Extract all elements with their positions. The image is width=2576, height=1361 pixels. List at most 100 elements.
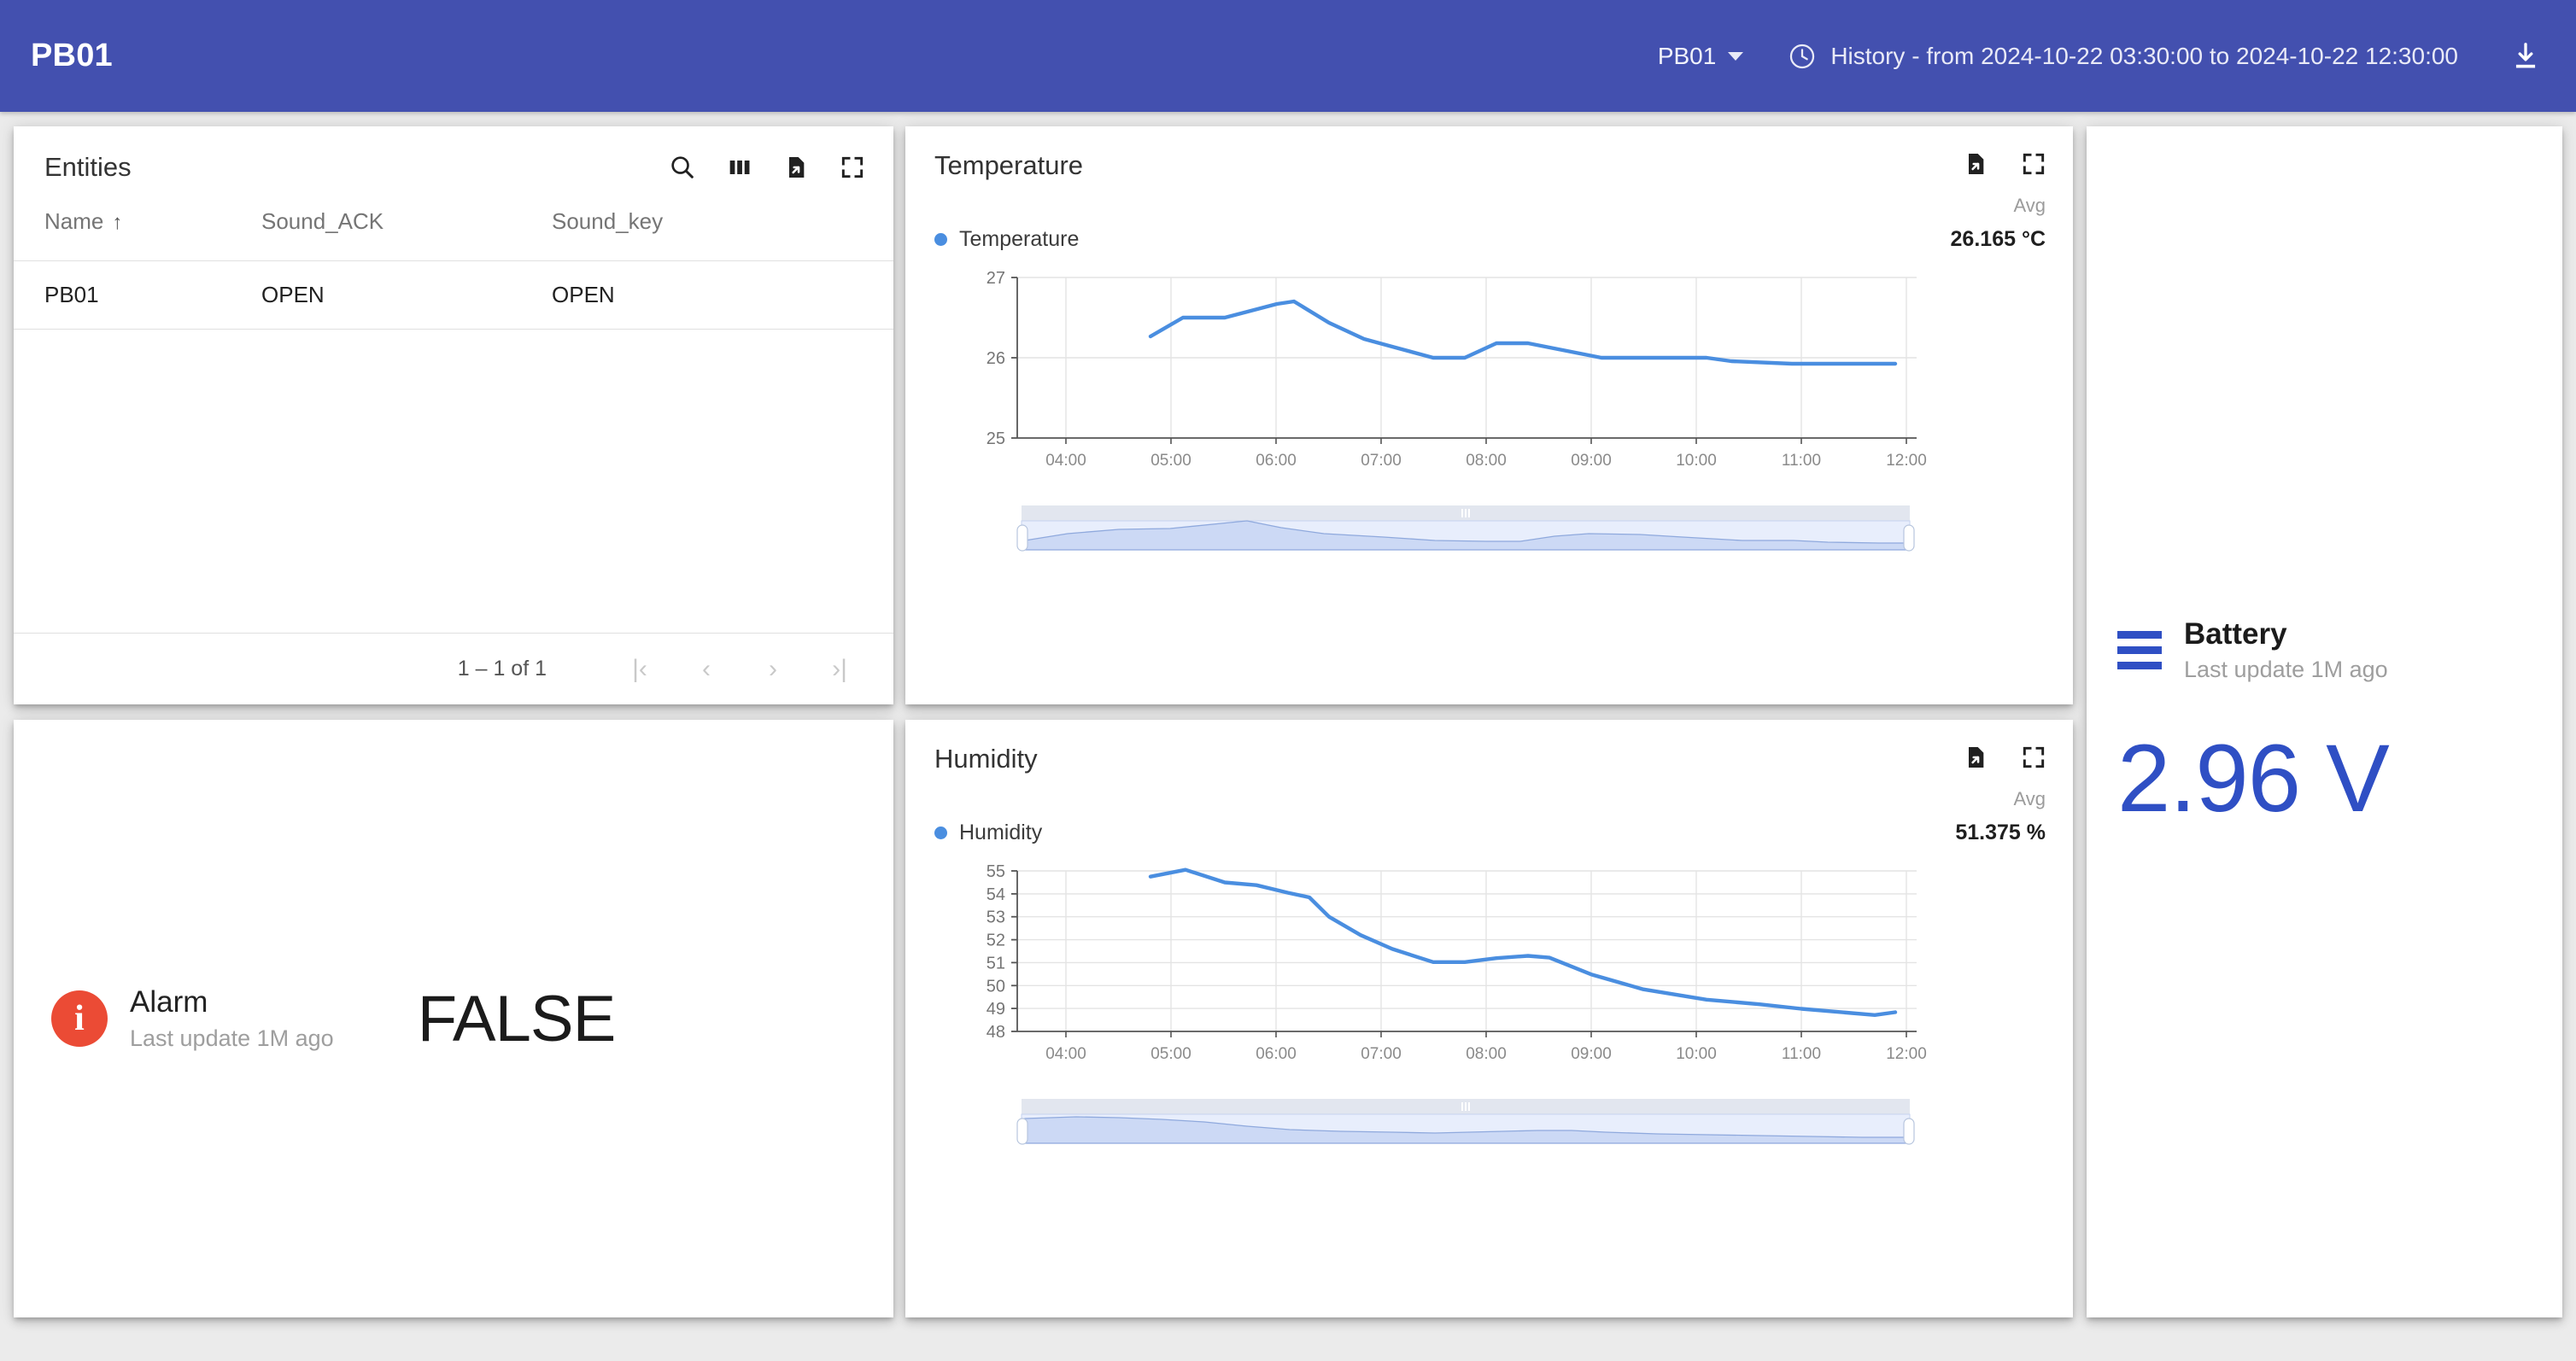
paginator: 1 – 1 of 1 |‹ ‹ › ›|: [14, 633, 893, 704]
alarm-card-text: Alarm Last update 1M ago: [130, 985, 334, 1051]
legend-item-humidity[interactable]: Humidity 51.375 %: [934, 821, 2046, 845]
cell-name: PB01: [44, 282, 99, 307]
navigator-right-handle: [1903, 524, 1915, 552]
humidity-plot-svg: 55 54 53 52 51 50 49 48 04:00 05:00 06:0…: [986, 862, 1927, 1063]
battery-card-text: Battery Last update 1M ago: [2184, 617, 2388, 682]
svg-text:25: 25: [986, 429, 1005, 448]
battery-card-label-group: Battery Last update 1M ago: [2117, 617, 2562, 682]
navigator-right-handle: [1903, 1118, 1915, 1145]
entities-table: Name ↑ Sound_ACK Sound_key PB01 OPEN OPEN: [14, 208, 893, 330]
column-header-name[interactable]: Name ↑: [14, 208, 261, 261]
humidity-agg-label: Avg: [2013, 788, 2046, 809]
svg-text:04:00: 04:00: [1045, 1045, 1086, 1063]
humidity-navigator[interactable]: [905, 1096, 2073, 1157]
paginator-prev-button[interactable]: ‹: [683, 646, 729, 692]
download-icon: [2515, 42, 2536, 67]
svg-text:06:00: 06:00: [1256, 1045, 1297, 1063]
app-header: PB01 PB01 History - from 2024-10-22 03:3…: [0, 0, 2576, 112]
column-header-sound-ack[interactable]: Sound_ACK: [261, 208, 552, 261]
svg-text:09:00: 09:00: [1571, 452, 1612, 470]
svg-text:26: 26: [986, 349, 1005, 368]
svg-text:48: 48: [986, 1023, 1005, 1042]
temperature-navigator[interactable]: [905, 503, 2073, 564]
paginator-range-label: 1 – 1 of 1: [457, 657, 547, 680]
svg-text:12:00: 12:00: [1886, 1045, 1927, 1063]
temperature-legend: Avg Temperature 26.165 °C: [905, 195, 2073, 252]
humidity-card-toolbar: [1962, 744, 2047, 771]
temperature-card-toolbar: [1962, 150, 2047, 178]
download-dashboard-button[interactable]: [2509, 40, 2542, 73]
battery-card-title: Battery: [2184, 617, 2287, 651]
entities-card-header: Entities: [14, 126, 893, 208]
dashboard-canvas: Entities Name ↑ Sound_ACK Sound_key PB01…: [0, 112, 2576, 1361]
svg-text:51: 51: [986, 954, 1005, 973]
battery-card: Battery Last update 1M ago 2.96 V: [2087, 126, 2562, 1317]
svg-text:10:00: 10:00: [1676, 452, 1717, 470]
export-file-icon[interactable]: [1962, 744, 1989, 771]
battery-card-value: 2.96 V: [2117, 724, 2390, 832]
time-window-button[interactable]: History - from 2024-10-22 03:30:00 to 20…: [1788, 42, 2458, 71]
alarm-card: i Alarm Last update 1M ago FALSE: [14, 720, 893, 1317]
column-header-sound-key[interactable]: Sound_key: [552, 208, 893, 261]
svg-text:53: 53: [986, 908, 1005, 927]
entity-selector[interactable]: PB01: [1658, 43, 1744, 70]
svg-text:10:00: 10:00: [1676, 1045, 1717, 1063]
svg-text:49: 49: [986, 1000, 1005, 1019]
battery-card-subtitle: Last update 1M ago: [2184, 656, 2388, 682]
clock-icon: [1790, 44, 1815, 68]
fullscreen-icon[interactable]: [839, 154, 866, 181]
export-file-icon[interactable]: [782, 154, 810, 181]
entity-selector-label: PB01: [1657, 42, 1717, 69]
svg-text:11:00: 11:00: [1782, 1045, 1821, 1063]
search-icon[interactable]: [668, 153, 697, 182]
entities-card-title: Entities: [44, 152, 132, 182]
sort-asc-icon: ↑: [112, 211, 123, 234]
svg-text:07:00: 07:00: [1361, 1045, 1402, 1063]
fullscreen-icon[interactable]: [2020, 744, 2047, 771]
svg-text:05:00: 05:00: [1150, 1045, 1191, 1063]
legend-value: 51.375 %: [1955, 821, 2046, 844]
fullscreen-icon[interactable]: [2020, 150, 2047, 178]
temperature-navigator-svg: [1016, 505, 1915, 552]
info-icon: i: [51, 990, 108, 1047]
table-header-row: Name ↑ Sound_ACK Sound_key: [14, 208, 893, 261]
temperature-plot-svg: 27 26 25 04:00 05:00 06:00 07:00 08:00 0…: [986, 269, 1927, 470]
paginator-next-button[interactable]: ›: [750, 646, 796, 692]
paginator-last-button[interactable]: ›|: [817, 646, 863, 692]
svg-text:12:00: 12:00: [1886, 452, 1927, 470]
svg-text:05:00: 05:00: [1150, 452, 1191, 470]
page-title: PB01: [31, 38, 113, 73]
svg-text:27: 27: [986, 269, 1005, 288]
alarm-card-body: i Alarm Last update 1M ago FALSE: [14, 720, 893, 1317]
svg-text:55: 55: [986, 862, 1005, 881]
svg-text:52: 52: [986, 932, 1005, 950]
table-row[interactable]: PB01 OPEN OPEN: [14, 261, 893, 330]
chevron-down-icon: [1728, 51, 1744, 61]
cell-sound-key: OPEN: [552, 282, 615, 307]
entities-card-toolbar: [668, 153, 866, 182]
legend-label: Humidity: [959, 821, 1043, 844]
battery-card-body: Battery Last update 1M ago 2.96 V: [2087, 126, 2562, 1317]
battery-bars-icon: [2117, 631, 2162, 669]
humidity-legend: Avg Humidity 51.375 %: [905, 788, 2073, 845]
column-header-name-label: Name: [44, 208, 104, 234]
legend-label: Temperature: [959, 227, 1080, 251]
navigator-left-handle: [1016, 524, 1028, 552]
svg-text:08:00: 08:00: [1466, 1045, 1507, 1063]
paginator-first-button[interactable]: |‹: [617, 646, 663, 692]
temperature-plot[interactable]: 27 26 25 04:00 05:00 06:00 07:00 08:00 0…: [905, 264, 2073, 503]
export-file-icon[interactable]: [1962, 150, 1989, 178]
humidity-card-title: Humidity: [934, 744, 1038, 774]
legend-color-dot-icon: [934, 827, 947, 839]
svg-text:11:00: 11:00: [1782, 452, 1821, 470]
legend-value: 26.165 °C: [1950, 227, 2046, 251]
legend-color-dot-icon: [934, 233, 947, 246]
time-window-label: History - from 2024-10-22 03:30:00 to 20…: [1830, 42, 2458, 69]
humidity-plot[interactable]: 55 54 53 52 51 50 49 48 04:00 05:00 06:0…: [905, 857, 2073, 1096]
humidity-chart-card: Humidity Avg Humidity 51.375 % 55 54 53 …: [905, 720, 2073, 1317]
legend-item-temperature[interactable]: Temperature 26.165 °C: [934, 227, 2046, 252]
humidity-navigator-svg: [1016, 1099, 1915, 1145]
columns-icon[interactable]: [726, 154, 753, 181]
svg-text:09:00: 09:00: [1571, 1045, 1612, 1063]
header-actions: PB01 History - from 2024-10-22 03:30:00 …: [1658, 40, 2576, 73]
